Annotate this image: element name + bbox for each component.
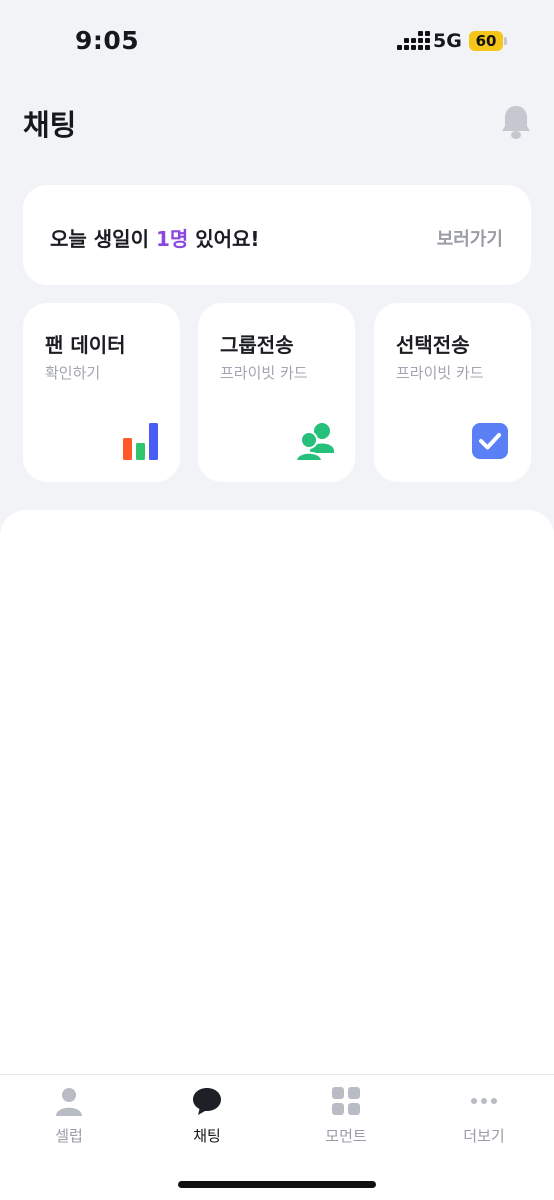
tab-more[interactable]: 더보기 <box>434 1085 534 1146</box>
bell-icon[interactable] <box>500 104 532 140</box>
card-subtitle: 프라이빗 카드 <box>396 364 484 382</box>
home-indicator <box>178 1181 376 1188</box>
bar-chart-icon <box>123 423 158 460</box>
birthday-card[interactable]: 오늘 생일이 1명 있어요! 보러가기 <box>23 185 531 285</box>
group-send-card[interactable]: 그룹전송 프라이빗 카드 <box>198 303 355 482</box>
birthday-message: 오늘 생일이 1명 있어요! <box>50 223 260 252</box>
tab-chat[interactable]: 채팅 <box>157 1085 257 1146</box>
tab-label: 모먼트 <box>325 1127 367 1145</box>
page-title: 채팅 <box>23 108 77 142</box>
view-birthday-link[interactable]: 보러가기 <box>437 225 503 251</box>
checkbox-icon <box>472 423 508 459</box>
tab-celeb[interactable]: 셀럽 <box>19 1085 119 1146</box>
content-sheet <box>0 510 554 1074</box>
battery-icon: 60 <box>469 31 503 51</box>
chat-bubble-icon <box>193 1088 221 1115</box>
tab-label: 채팅 <box>193 1127 221 1145</box>
battery-cap <box>504 37 507 45</box>
grid-icon <box>332 1087 360 1115</box>
tab-moment[interactable]: 모먼트 <box>296 1085 396 1146</box>
signal-icon <box>397 31 430 50</box>
person-icon <box>56 1088 82 1116</box>
birthday-count: 1명 <box>155 227 189 251</box>
more-dots-icon <box>471 1098 497 1104</box>
group-users-icon <box>296 423 334 461</box>
card-subtitle: 프라이빗 카드 <box>220 364 308 382</box>
status-bar: 9:05 5G 60 <box>0 0 554 80</box>
card-title: 선택전송 <box>396 333 470 357</box>
tab-label: 셀럽 <box>55 1127 83 1145</box>
fan-data-card[interactable]: 팬 데이터 확인하기 <box>23 303 180 482</box>
card-title: 그룹전송 <box>220 333 294 357</box>
card-subtitle: 확인하기 <box>45 364 101 382</box>
select-send-card[interactable]: 선택전송 프라이빗 카드 <box>374 303 531 482</box>
birthday-prefix: 오늘 생일이 <box>50 227 156 251</box>
status-time: 9:05 <box>75 26 140 55</box>
tab-label: 더보기 <box>463 1127 505 1145</box>
card-title: 팬 데이터 <box>45 333 126 357</box>
birthday-suffix: 있어요! <box>188 227 260 251</box>
network-label: 5G <box>433 30 462 52</box>
